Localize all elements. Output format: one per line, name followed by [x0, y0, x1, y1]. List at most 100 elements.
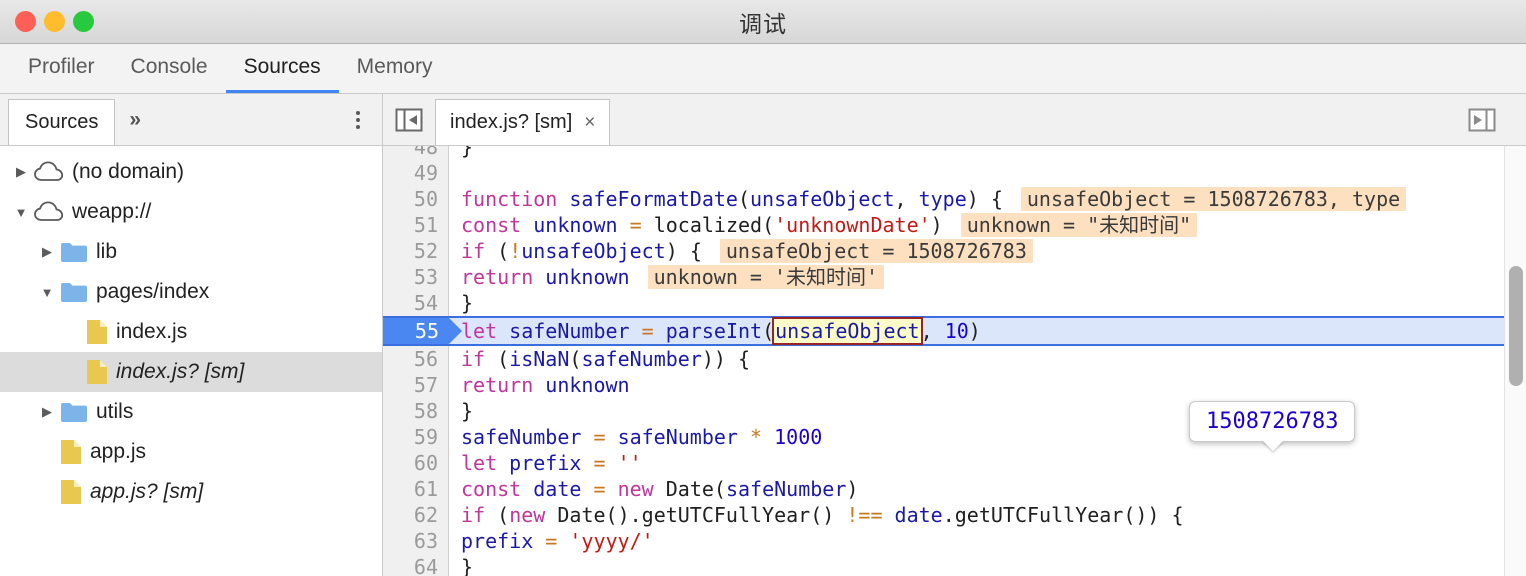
zoom-button[interactable]	[73, 11, 94, 32]
line-number-current: 55	[383, 318, 449, 344]
window-title: 调试	[0, 5, 1526, 39]
line-number: 63	[383, 528, 449, 554]
navigator-sidebar: Sources » ▶ (no domain) ▼ weapp:// ▶ lib ▼ page…	[0, 94, 383, 576]
line-number: 61	[383, 476, 449, 502]
line-content: return unknownunknown = '未知时间'	[449, 264, 1526, 290]
chevron-down-icon[interactable]: ▼	[8, 205, 34, 220]
tree-item-label: (no domain)	[72, 160, 184, 184]
panel-right-icon[interactable]	[1456, 94, 1508, 145]
chevron-down-icon[interactable]: ▼	[34, 285, 60, 300]
tree-item-label: lib	[96, 240, 117, 264]
editor-tab-index-js-sm[interactable]: index.js? [sm] ×	[435, 99, 610, 145]
tab-console[interactable]: Console	[113, 44, 226, 93]
line-number: 52	[383, 238, 449, 264]
tree-item-weapp[interactable]: ▼ weapp://	[0, 192, 382, 232]
tree-item-lib[interactable]: ▶ lib	[0, 232, 382, 272]
close-icon[interactable]: ×	[584, 112, 595, 134]
line-number: 56	[383, 346, 449, 372]
line-number: 60	[383, 450, 449, 476]
scrollbar-thumb[interactable]	[1509, 266, 1523, 386]
folder-icon	[60, 401, 88, 423]
inline-value-hint: unknown = '未知时间'	[648, 265, 885, 289]
folder-icon	[60, 281, 88, 303]
chevron-right-icon[interactable]: ▶	[34, 404, 60, 420]
tree-item-index-js[interactable]: index.js	[0, 312, 382, 352]
cloud-icon	[34, 201, 64, 223]
line-number: 57	[383, 372, 449, 398]
line-content: if (!unsafeObject) {unsafeObject = 15087…	[449, 238, 1526, 264]
chevron-double-right-icon[interactable]: »	[115, 94, 155, 145]
line-content: return unknown	[449, 372, 1526, 398]
file-icon	[60, 439, 82, 465]
tab-profiler[interactable]: Profiler	[10, 44, 113, 93]
tree-item-label: weapp://	[72, 200, 151, 224]
line-content: }	[449, 146, 1526, 160]
tree-item-app-js[interactable]: app.js	[0, 432, 382, 472]
cloud-icon	[34, 161, 64, 183]
tree-item-app-js-sm[interactable]: app.js? [sm]	[0, 472, 382, 512]
line-content: function safeFormatDate(unsafeObject, ty…	[449, 186, 1526, 212]
code-line: 60 let prefix = ''	[383, 450, 1526, 476]
line-content: }	[449, 290, 1526, 316]
minimize-button[interactable]	[44, 11, 65, 32]
tree-item-label: app.js	[90, 440, 146, 464]
editor-pane: index.js? [sm] × 48 } 49	[383, 94, 1526, 576]
code-line: 48 }	[383, 146, 1526, 160]
line-number: 49	[383, 160, 449, 186]
code-line: 49	[383, 160, 1526, 186]
navigator-header: Sources »	[0, 94, 382, 146]
file-icon	[60, 479, 82, 505]
tree-item-label: pages/index	[96, 280, 209, 304]
tree-item-no-domain[interactable]: ▶ (no domain)	[0, 152, 382, 192]
tree-item-utils[interactable]: ▶ utils	[0, 392, 382, 432]
chevron-right-icon[interactable]: ▶	[34, 244, 60, 260]
window-controls	[0, 11, 94, 32]
code-lines: 48 } 49 50 function safeFormatDate(unsaf…	[383, 146, 1526, 576]
tab-memory[interactable]: Memory	[339, 44, 451, 93]
line-number: 62	[383, 502, 449, 528]
code-line: 62 if (new Date().getUTCFullYear() !== d…	[383, 502, 1526, 528]
line-number: 59	[383, 424, 449, 450]
panel-left-icon[interactable]	[383, 94, 435, 145]
tab-sources[interactable]: Sources	[226, 44, 339, 93]
tree-item-pages-index[interactable]: ▼ pages/index	[0, 272, 382, 312]
more-vertical-icon[interactable]	[356, 111, 360, 129]
code-line: 61 const date = new Date(safeNumber)	[383, 476, 1526, 502]
line-content: safeNumber = safeNumber * 1000	[449, 424, 1526, 450]
inline-value-hint: unknown = "未知时间"	[961, 213, 1198, 237]
editor-tab-label: index.js? [sm]	[450, 111, 572, 134]
tree-item-index-js-sm[interactable]: index.js? [sm]	[0, 352, 382, 392]
line-content: let safeNumber = parseInt(unsafeObject, …	[449, 318, 1526, 344]
close-button[interactable]	[15, 11, 36, 32]
code-editor[interactable]: 48 } 49 50 function safeFormatDate(unsaf…	[383, 146, 1526, 576]
chevron-right-icon[interactable]: ▶	[8, 164, 34, 180]
code-line: 63 prefix = 'yyyy/'	[383, 528, 1526, 554]
line-number: 58	[383, 398, 449, 424]
tree-item-label: index.js	[116, 320, 187, 344]
code-line: 56 if (isNaN(safeNumber)) {	[383, 346, 1526, 372]
code-line: 57 return unknown	[383, 372, 1526, 398]
file-icon	[86, 359, 108, 385]
line-number: 64	[383, 554, 449, 576]
editor-scrollbar[interactable]	[1504, 146, 1526, 576]
line-content: }	[449, 554, 1526, 576]
code-line: 51 const unknown = localized('unknownDat…	[383, 212, 1526, 238]
line-content: let prefix = ''	[449, 450, 1526, 476]
code-line-current: 55 let safeNumber = parseInt(unsafeObjec…	[383, 316, 1526, 346]
code-line: 52 if (!unsafeObject) {unsafeObject = 15…	[383, 238, 1526, 264]
navigator-tab-sources[interactable]: Sources	[8, 99, 115, 145]
editor-tab-bar: index.js? [sm] ×	[383, 94, 1526, 146]
code-line: 64 }	[383, 554, 1526, 576]
inline-value-hint: unsafeObject = 1508726783	[720, 239, 1033, 263]
hovered-token[interactable]: unsafeObject	[774, 319, 921, 343]
devtools-tab-bar: Profiler Console Sources Memory	[0, 44, 1526, 94]
tree-item-label: utils	[96, 400, 133, 424]
code-line: 54 }	[383, 290, 1526, 316]
line-number: 50	[383, 186, 449, 212]
tree-item-label: index.js? [sm]	[116, 360, 244, 384]
line-content: prefix = 'yyyy/'	[449, 528, 1526, 554]
line-number: 53	[383, 264, 449, 290]
title-bar: 调试	[0, 0, 1526, 44]
tree-item-label: app.js? [sm]	[90, 480, 203, 504]
main-split: Sources » ▶ (no domain) ▼ weapp:// ▶ lib ▼ page…	[0, 94, 1526, 576]
